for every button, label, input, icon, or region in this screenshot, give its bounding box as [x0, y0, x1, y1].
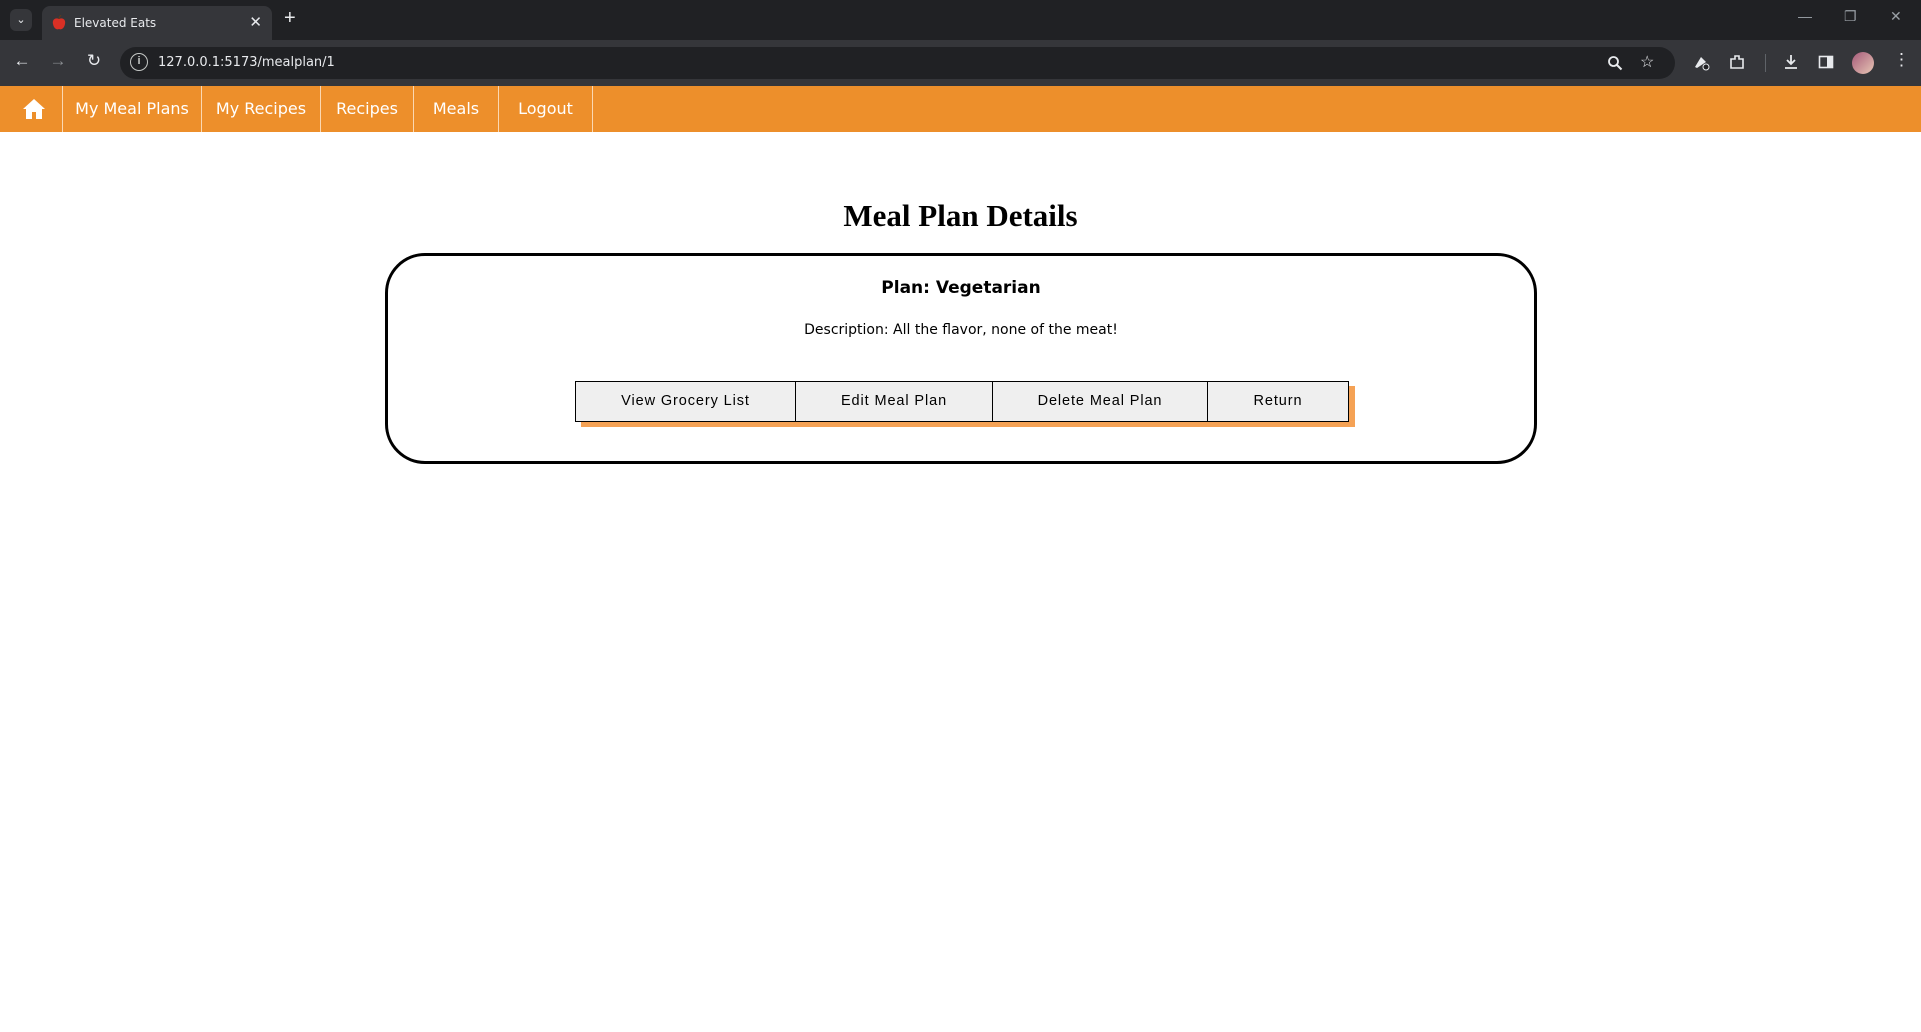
minimize-icon[interactable]: —: [1798, 8, 1812, 24]
plan-name: Plan: Vegetarian: [881, 278, 1041, 298]
page-title: Meal Plan Details: [843, 198, 1078, 233]
nav-recipes[interactable]: Recipes: [321, 86, 414, 132]
plan-description: Description: All the flavor, none of the…: [804, 322, 1118, 338]
view-grocery-list-button[interactable]: View Grocery List: [575, 381, 796, 422]
back-icon[interactable]: ←: [10, 51, 34, 71]
new-tab-icon[interactable]: +: [284, 7, 296, 30]
reload-icon[interactable]: ↻: [82, 51, 106, 71]
side-panel-icon[interactable]: [1817, 53, 1835, 71]
download-icon[interactable]: [1782, 53, 1800, 71]
return-button[interactable]: Return: [1207, 381, 1349, 422]
meal-plan-card: Plan: Vegetarian Description: All the fl…: [385, 253, 1537, 464]
tab-list-icon[interactable]: ⌄: [10, 9, 32, 31]
close-icon[interactable]: ✕: [249, 13, 262, 31]
browser-toolbar: ← → ↻ i 127.0.0.1:5173/mealplan/1 ☆ ⋮: [0, 40, 1921, 86]
address-bar[interactable]: i 127.0.0.1:5173/mealplan/1 ☆: [120, 47, 1675, 79]
nav-my-recipes[interactable]: My Recipes: [202, 86, 321, 132]
menu-icon[interactable]: ⋮: [1893, 50, 1910, 70]
browser-tab[interactable]: Elevated Eats ✕: [42, 6, 272, 40]
nav-home[interactable]: [0, 86, 63, 132]
site-info-icon[interactable]: i: [130, 53, 148, 71]
bookmark-star-icon[interactable]: ☆: [1640, 52, 1654, 72]
extensions-icon[interactable]: [1728, 53, 1746, 71]
app-navbar: My Meal Plans My Recipes Recipes Meals L…: [0, 86, 1921, 132]
forward-icon[interactable]: →: [46, 51, 70, 71]
home-icon: [23, 99, 45, 119]
url-text[interactable]: 127.0.0.1:5173/mealplan/1: [158, 55, 335, 70]
browser-tab-bar: ⌄ Elevated Eats ✕ + — ❐ ✕: [0, 0, 1921, 40]
nav-logout[interactable]: Logout: [499, 86, 593, 132]
nav-my-meal-plans[interactable]: My Meal Plans: [63, 86, 202, 132]
apple-favicon-icon: [52, 15, 66, 30]
restore-icon[interactable]: ❐: [1844, 8, 1857, 25]
edit-meal-plan-button[interactable]: Edit Meal Plan: [795, 381, 993, 422]
delete-meal-plan-button[interactable]: Delete Meal Plan: [992, 381, 1208, 422]
toolbar-divider: [1765, 54, 1766, 72]
nav-meals[interactable]: Meals: [414, 86, 499, 132]
window-close-icon[interactable]: ✕: [1890, 8, 1902, 25]
tab-title: Elevated Eats: [74, 16, 157, 30]
extension-pin-icon[interactable]: [1692, 53, 1710, 71]
zoom-icon[interactable]: [1607, 55, 1623, 71]
profile-avatar[interactable]: [1852, 52, 1874, 74]
